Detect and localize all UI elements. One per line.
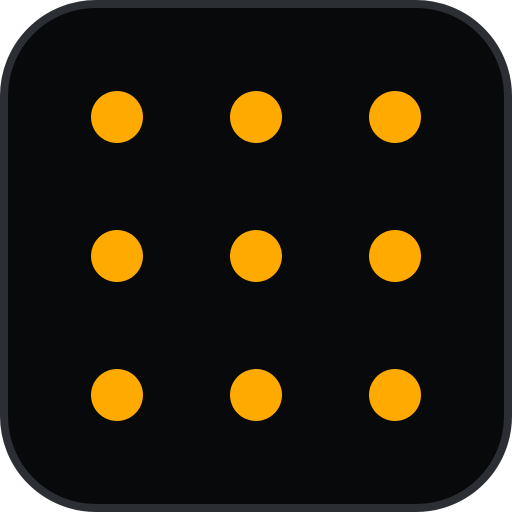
- grid-dot-icon: [369, 369, 421, 421]
- grid-dot-icon: [91, 230, 143, 282]
- grid-dot-icon: [230, 369, 282, 421]
- app-icon: [0, 0, 512, 512]
- grid-dot-icon: [91, 91, 143, 143]
- grid-dot-icon: [369, 230, 421, 282]
- dot-grid-icon: [91, 91, 421, 421]
- grid-dot-icon: [230, 230, 282, 282]
- grid-dot-icon: [230, 91, 282, 143]
- grid-dot-icon: [91, 369, 143, 421]
- grid-dot-icon: [369, 91, 421, 143]
